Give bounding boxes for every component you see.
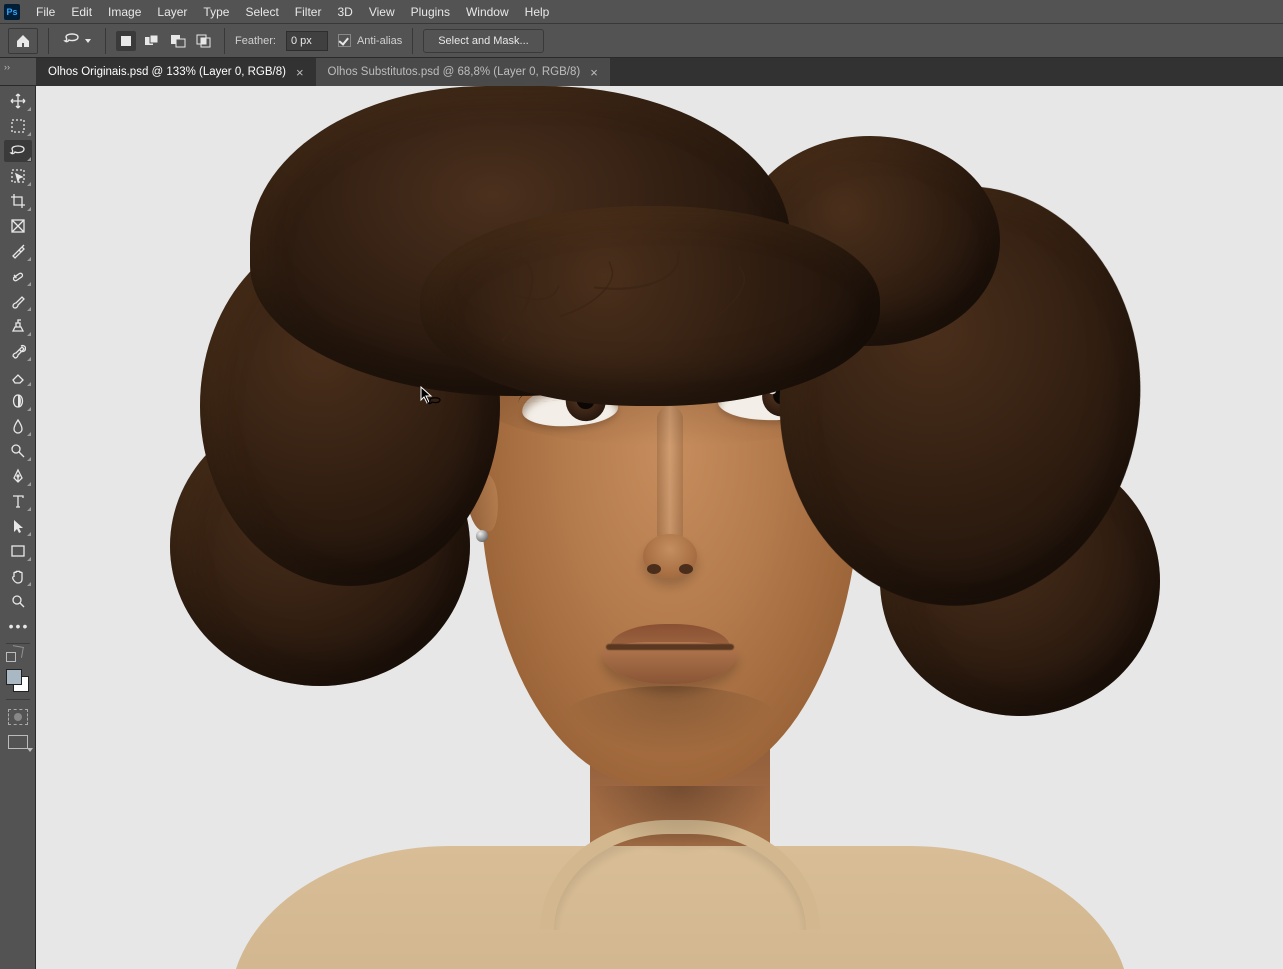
document-tab-bar: ›› Olhos Originais.psd @ 133% (Layer 0, … (0, 58, 1283, 86)
app-logo: Ps (4, 4, 20, 20)
toolbox: ••• (0, 86, 36, 969)
selection-mode-group (116, 31, 214, 51)
document-tab-label: Olhos Substitutos.psd @ 68,8% (Layer 0, … (328, 66, 581, 78)
dodge-tool[interactable] (4, 440, 32, 462)
frame-tool[interactable] (4, 215, 32, 237)
move-tool[interactable] (4, 90, 32, 112)
zoom-tool[interactable] (4, 590, 32, 612)
edit-toolbar[interactable]: ••• (4, 615, 32, 637)
home-button[interactable] (8, 28, 38, 54)
history-brush-tool[interactable] (4, 340, 32, 362)
crop-tool[interactable] (4, 190, 32, 212)
chevron-down-icon (85, 39, 91, 43)
menu-file[interactable]: File (28, 2, 63, 22)
antialias-label: Anti-alias (357, 35, 402, 47)
canvas[interactable] (36, 86, 1283, 969)
selection-add[interactable] (142, 31, 162, 51)
menu-help[interactable]: Help (517, 2, 558, 22)
selection-intersect[interactable] (194, 31, 214, 51)
feather-label: Feather: (235, 35, 276, 47)
rectangle-tool[interactable] (4, 540, 32, 562)
options-bar: Feather: Anti-alias Select and Mask... (0, 23, 1283, 58)
separator (48, 28, 49, 54)
gradient-tool[interactable] (4, 390, 32, 412)
healing-brush-tool[interactable] (4, 265, 32, 287)
object-selection-tool[interactable] (4, 165, 32, 187)
blur-tool[interactable] (4, 415, 32, 437)
path-selection-tool[interactable] (4, 515, 32, 537)
menu-edit[interactable]: Edit (63, 2, 100, 22)
tool-preset-picker[interactable] (59, 31, 95, 50)
foreground-color[interactable] (6, 669, 22, 685)
pen-tool[interactable] (4, 465, 32, 487)
brush-tool[interactable] (4, 290, 32, 312)
checkbox-box (338, 34, 351, 47)
select-and-mask-button[interactable]: Select and Mask... (423, 29, 544, 53)
swap-colors-icon[interactable] (4, 650, 32, 664)
menu-3d[interactable]: 3D (329, 2, 360, 22)
menu-filter[interactable]: Filter (287, 2, 330, 22)
antialias-checkbox[interactable]: Anti-alias (338, 34, 402, 47)
menu-layer[interactable]: Layer (149, 2, 195, 22)
close-icon[interactable]: × (296, 66, 304, 79)
toolbox-expand[interactable]: ›› (0, 58, 36, 86)
document-tab-2[interactable]: Olhos Substitutos.psd @ 68,8% (Layer 0, … (316, 58, 610, 86)
close-icon[interactable]: × (590, 66, 598, 79)
type-tool[interactable] (4, 490, 32, 512)
workspace: ••• (0, 86, 1283, 969)
selection-subtract[interactable] (168, 31, 188, 51)
feather-input[interactable] (286, 31, 328, 51)
eyedropper-tool[interactable] (4, 240, 32, 262)
color-swatches[interactable] (4, 667, 32, 693)
menu-select[interactable]: Select (237, 2, 286, 22)
clone-stamp-tool[interactable] (4, 315, 32, 337)
menu-window[interactable]: Window (458, 2, 517, 22)
screen-mode-toggle[interactable] (4, 731, 32, 753)
menu-type[interactable]: Type (195, 2, 237, 22)
canvas-image (180, 86, 1140, 969)
menu-image[interactable]: Image (100, 2, 149, 22)
menu-view[interactable]: View (361, 2, 403, 22)
lasso-icon (63, 31, 81, 50)
eraser-tool[interactable] (4, 365, 32, 387)
separator (6, 699, 30, 700)
menu-plugins[interactable]: Plugins (403, 2, 458, 22)
separator (224, 28, 225, 54)
quick-mask-toggle[interactable] (4, 706, 32, 728)
document-tab-1[interactable]: Olhos Originais.psd @ 133% (Layer 0, RGB… (36, 58, 316, 86)
lasso-tool[interactable] (4, 140, 32, 162)
document-tab-label: Olhos Originais.psd @ 133% (Layer 0, RGB… (48, 66, 286, 78)
marquee-tool[interactable] (4, 115, 32, 137)
home-icon (15, 33, 31, 49)
separator (412, 28, 413, 54)
separator (6, 643, 30, 644)
selection-new[interactable] (116, 31, 136, 51)
menu-bar: Ps File Edit Image Layer Type Select Fil… (0, 0, 1283, 23)
separator (105, 28, 106, 54)
hand-tool[interactable] (4, 565, 32, 587)
